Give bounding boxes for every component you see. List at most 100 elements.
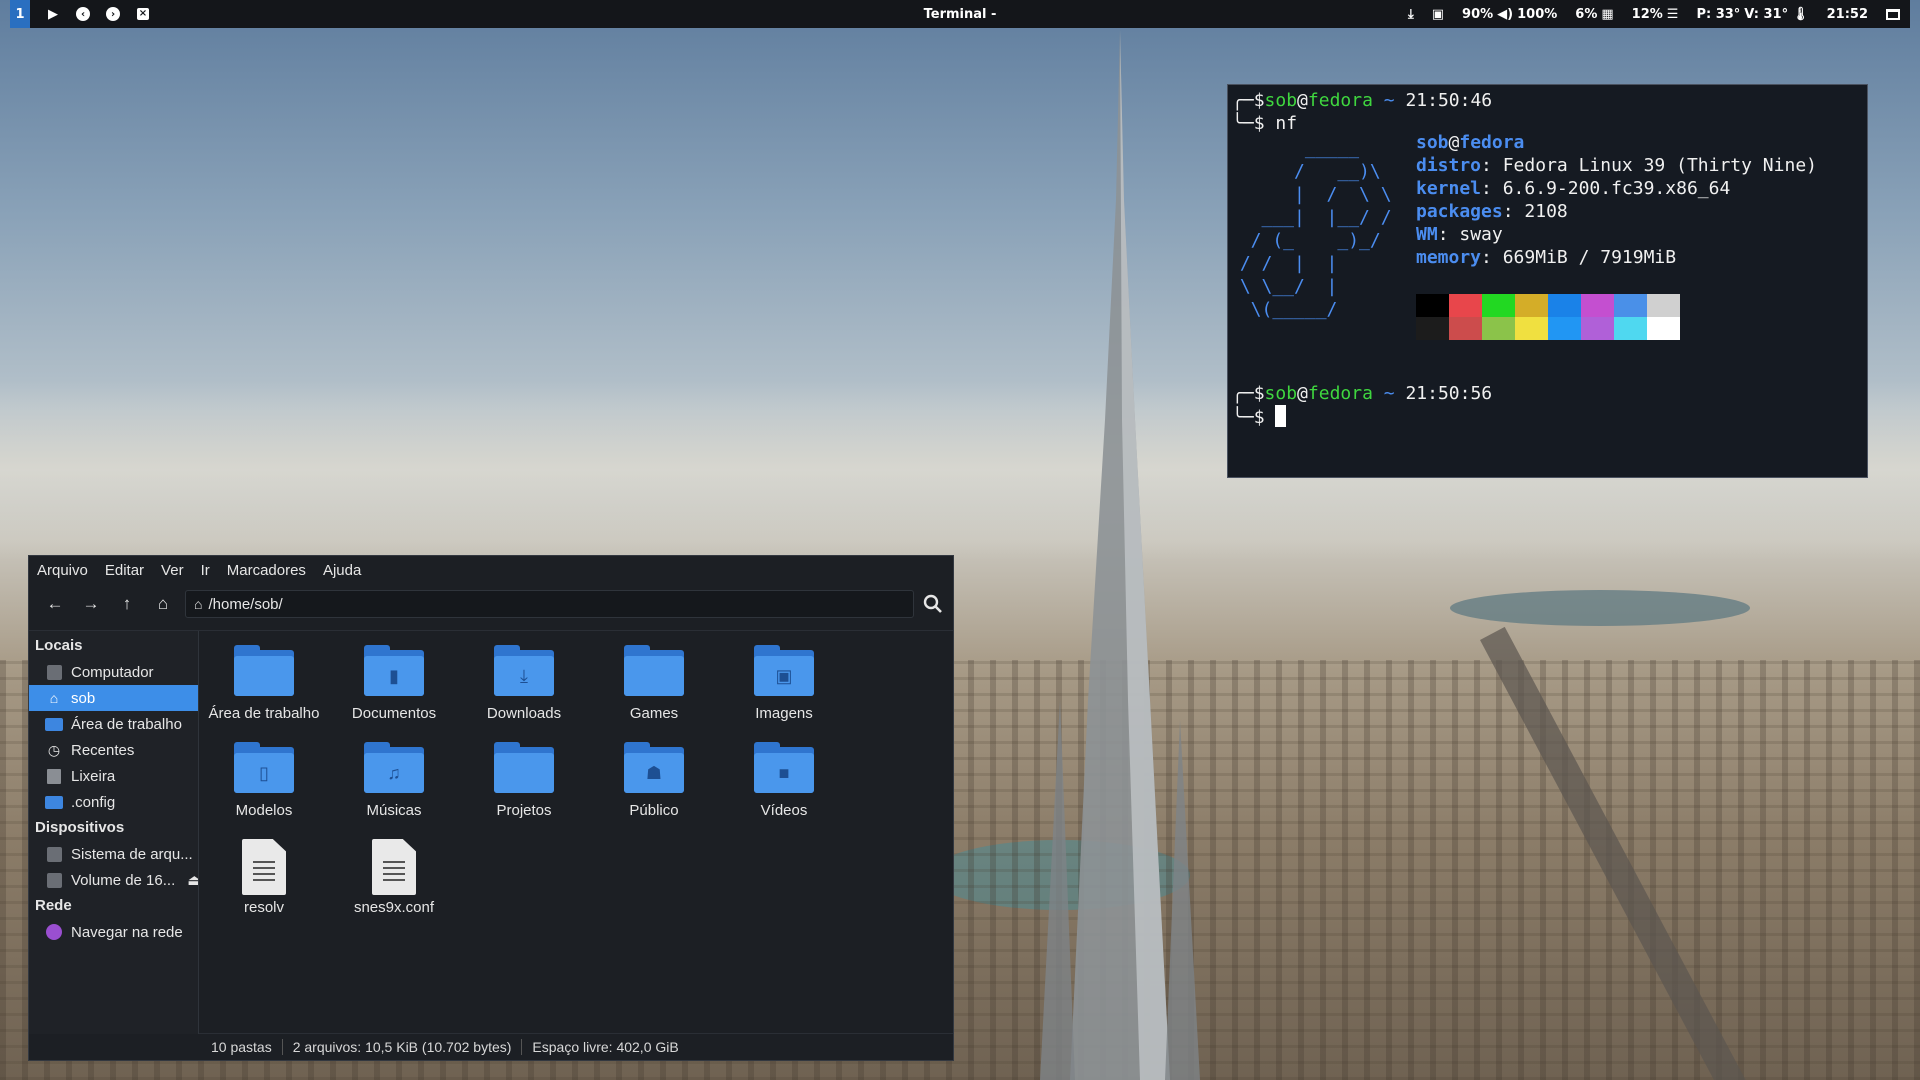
sidebar-item-label: sob [71,689,96,707]
clock[interactable]: 21:52 [1827,7,1868,22]
forward-button[interactable]: › [98,0,128,28]
trash-icon [45,768,63,784]
menu-ver[interactable]: Ver [161,562,184,579]
home-icon: ⌂ [194,596,203,612]
folder-item[interactable]: ☗ Público [589,738,719,832]
sidebar-item[interactable]: Lixeira [29,763,198,789]
arrow-right-icon: → [82,594,100,613]
thermometer-icon: 🌡 [1792,6,1809,22]
memory-status[interactable]: 12% ☰ [1632,7,1679,22]
palette-swatch [1647,317,1680,340]
play-icon: ▶ [48,6,58,22]
sidebar-item[interactable]: Volume de 16... ⏏ [29,867,198,893]
folder-item[interactable]: ⤓ Downloads [459,641,589,735]
command-text: nf [1275,113,1298,134]
sidebar-section-title: Dispositivos [35,819,125,836]
eject-icon[interactable]: ⏏ [187,871,198,889]
folder-icon: ♫ [364,742,424,798]
file-manager-body: Locais Computador ⌂ sob Área de trabalho ◷ Rec… [29,630,953,1034]
status-files: 2 arquivos: 10,5 KiB (10.702 bytes) [292,1039,512,1055]
back-icon: ‹ [76,7,90,21]
temperature-status[interactable]: P: 33° V: 31° 🌡 [1696,7,1808,22]
sidebar-item[interactable]: Navegar na rede [29,919,198,945]
sidebar-item[interactable]: Computador [29,659,198,685]
workspace-indicator[interactable]: 1 [10,0,30,28]
terminal-cursor [1275,405,1287,427]
folder-item[interactable]: ▯ Modelos [199,738,329,832]
memory-icon: ☰ [1666,6,1679,22]
status-area: ⤓ ▣ 90% ◀) 100% 6% ▦ 12% ☰ P: 33° V: 31°… [1408,7,1910,22]
status-folders: 10 pastas [211,1039,272,1055]
palette-swatch [1449,294,1482,317]
folder-icon [45,717,63,732]
sidebar-item[interactable]: Sistema de arqu... [29,841,198,867]
item-label: Músicas [366,802,422,819]
folder-item[interactable]: ▮ Documentos [329,641,459,735]
folder-item[interactable]: ▣ Imagens [719,641,849,735]
text-file-icon [242,839,286,895]
drive-icon [45,846,63,862]
palette-swatch [1581,294,1614,317]
file-item[interactable]: snes9x.conf [329,835,459,929]
palette-swatch [1548,294,1581,317]
command-line-1: ╰─$ nf [1232,113,1298,134]
volume-status[interactable]: 90% ◀) 100% [1462,7,1557,22]
item-label: snes9x.conf [353,899,435,916]
menu-editar[interactable]: Editar [105,562,144,579]
info-memory: memory: 669MiB / 7919MiB [1416,247,1677,268]
menu-arquivo[interactable]: Arquivo [37,562,88,579]
status-separator [281,1039,283,1055]
location-bar[interactable]: ⌂ /home/sob/ [185,590,914,618]
folder-item[interactable]: Área de trabalho [199,641,329,735]
sidebar-section-title: Locais [35,637,83,654]
folder-item[interactable]: ■ Vídeos [719,738,849,832]
menu-marcadores[interactable]: Marcadores [227,562,306,579]
sidebar-item-label: Área de trabalho [71,715,182,733]
folder-icon: ⤓ [494,645,554,701]
status-free-space: Espaço livre: 402,0 GiB [532,1039,679,1055]
sidebar-item[interactable]: ◷ Recentes [29,737,198,763]
item-label: Vídeos [760,802,808,819]
prompt-user: sob [1264,90,1298,111]
folder-item[interactable]: ♫ Músicas [329,738,459,832]
folder-item[interactable]: Projetos [459,738,589,832]
folder-item[interactable]: Games [589,641,719,735]
close-button[interactable]: × [128,0,158,28]
back-button[interactable]: ← [37,588,73,620]
download-icon[interactable]: ⤓ [1408,7,1414,22]
sidebar-item[interactable]: ⌂ sob [29,685,198,711]
sidebar-item-label: Navegar na rede [71,923,183,941]
search-button[interactable] [914,588,952,620]
clock-icon: ◷ [47,741,61,758]
image-icon[interactable]: ▣ [1432,7,1444,22]
palette-swatch [1647,294,1680,317]
sidebar-item[interactable]: Área de trabalho [29,711,198,737]
info-packages: packages: 2108 [1416,201,1568,222]
info-kernel: kernel: 6.6.9-200.fc39.x86_64 [1416,178,1731,199]
item-label: Modelos [235,802,293,819]
home-button[interactable]: ⌂ [145,588,181,620]
up-button[interactable]: ↑ [109,588,145,620]
sidebar-item[interactable]: .config [29,789,198,815]
palette-swatch [1515,317,1548,340]
file-grid: Área de trabalho ▮ Documentos ⤓ Downloads Gam… [199,631,953,1034]
window-icon[interactable] [1886,8,1900,20]
item-label: Público [629,802,679,819]
file-item[interactable]: resolv [199,835,329,929]
forward-button[interactable]: → [73,588,109,620]
menu-ir[interactable]: Ir [201,562,210,579]
cpu-status[interactable]: 6% ▦ [1575,7,1613,22]
item-label: Games [629,705,679,722]
info-distro: distro: Fedora Linux 39 (Thirty Nine) [1416,155,1817,176]
back-button[interactable]: ‹ [68,0,98,28]
sidebar-section-title: Rede [35,897,72,914]
terminal-window[interactable]: ╭─$sob@fedora ~ 21:50:46 ╰─$ nf _____ / … [1227,84,1868,478]
palette-swatch [1515,294,1548,317]
sidebar-item-label: .config [71,793,116,811]
sidebar: Locais Computador ⌂ sob Área de trabalho ◷ Rec… [29,631,199,1034]
folder-icon: ▯ [234,742,294,798]
text-file-icon [372,839,416,895]
menu-ajuda[interactable]: Ajuda [323,562,361,579]
play-button[interactable]: ▶ [38,0,68,28]
toolbar: ← → ↑ ⌂ ⌂ /home/sob/ [29,584,953,624]
